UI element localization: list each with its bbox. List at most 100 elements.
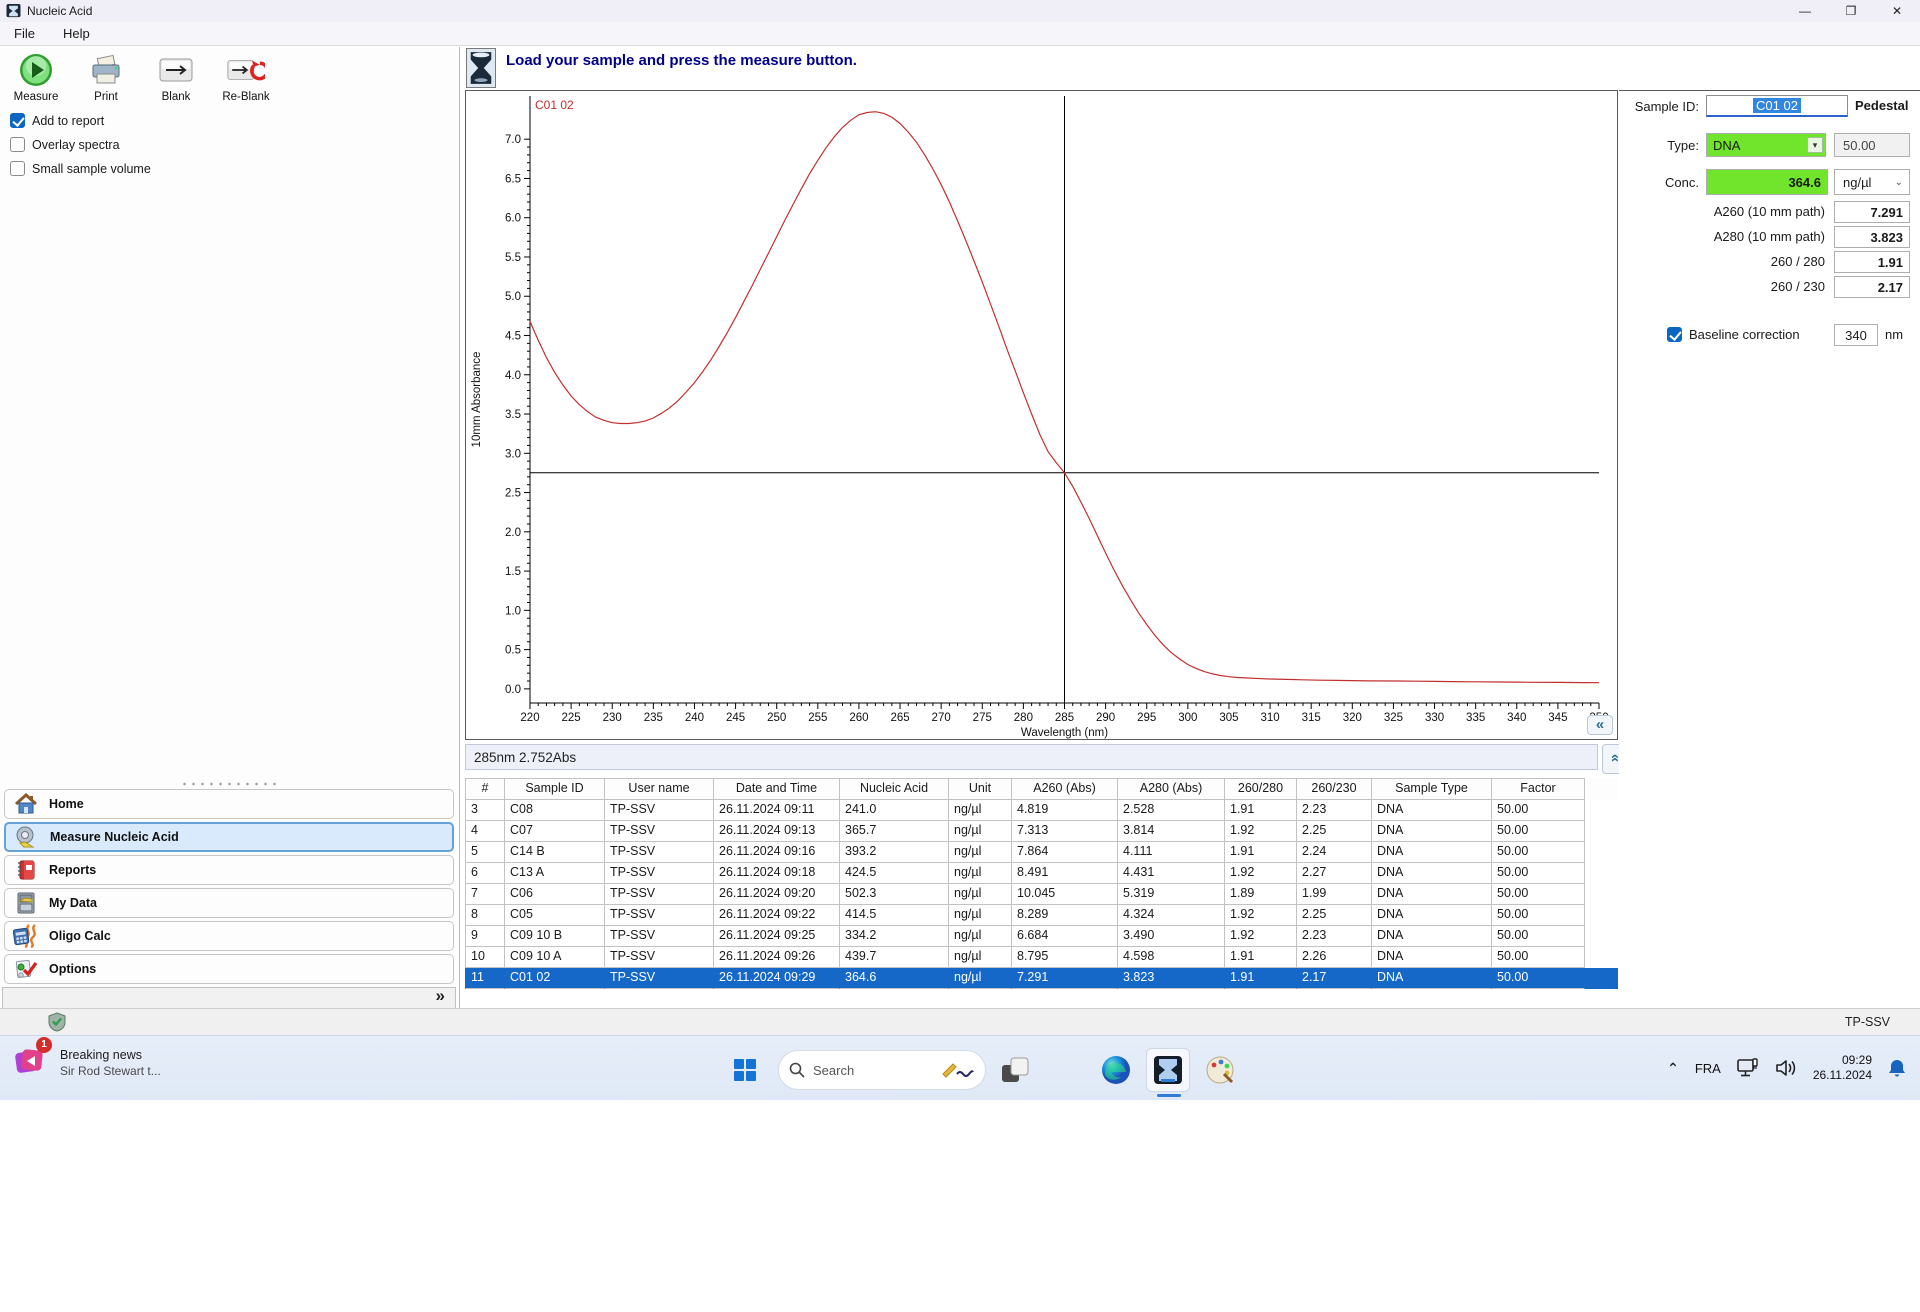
cell: 7.291 <box>1012 968 1118 989</box>
blank-button[interactable]: Blank <box>148 51 204 103</box>
cell: 1.91 <box>1225 968 1297 989</box>
y-axis-title: 10mm Absorbance <box>471 352 483 448</box>
notification-bell-icon[interactable] <box>1888 1058 1906 1078</box>
type-dropdown[interactable]: DNA ▾ <box>1706 133 1826 157</box>
table-header-row[interactable]: #Sample IDUser nameDate and TimeNucleic … <box>465 778 1618 800</box>
paint-app-button[interactable] <box>1204 1054 1236 1086</box>
cell: 1.92 <box>1225 821 1297 842</box>
cell: 8.491 <box>1012 863 1118 884</box>
checkbox-icon <box>10 137 25 152</box>
cell: 439.7 <box>840 947 949 968</box>
collapse-panel-icon[interactable]: « <box>1587 715 1613 735</box>
svg-text:4.5: 4.5 <box>505 331 521 343</box>
spectrum-plot[interactable]: 0.00.51.01.52.02.53.03.54.04.55.05.56.06… <box>466 91 1617 739</box>
small-sample-volume-checkbox[interactable]: Small sample volume <box>10 161 151 176</box>
svg-text:1.5: 1.5 <box>505 566 521 578</box>
volume-icon[interactable] <box>1775 1058 1797 1078</box>
svg-text:285: 285 <box>1055 712 1074 724</box>
sidebar-item-options[interactable]: Options <box>4 954 454 984</box>
sidebar-item-home[interactable]: Home <box>4 789 454 819</box>
cell: ng/µl <box>949 905 1012 926</box>
cell: 4.598 <box>1118 947 1225 968</box>
cell: 5.319 <box>1118 884 1225 905</box>
restore-icon[interactable]: ❐ <box>1828 0 1874 22</box>
ratio-260-280-value: 1.91 <box>1834 251 1910 273</box>
cell: 424.5 <box>840 863 949 884</box>
cell: TP-SSV <box>605 800 714 821</box>
conc-unit-dropdown[interactable]: ng/µl ⌄ <box>1834 169 1910 195</box>
network-icon[interactable] <box>1737 1058 1759 1078</box>
menu-help[interactable]: Help <box>49 23 104 44</box>
table-row[interactable]: 4C07TP-SSV26.11.2024 09:13365.7ng/µl7.31… <box>465 821 1618 842</box>
table-row[interactable]: 9C09 10 BTP-SSV26.11.2024 09:25334.2ng/µ… <box>465 926 1618 947</box>
menubar: File Help <box>0 22 1920 46</box>
conc-label: Conc. <box>1619 175 1699 190</box>
svg-text:330: 330 <box>1425 712 1444 724</box>
table-row[interactable]: 10C09 10 ATP-SSV26.11.2024 09:26439.7ng/… <box>465 947 1618 968</box>
minimize-icon[interactable]: — <box>1782 0 1828 22</box>
task-view-button[interactable] <box>1000 1055 1030 1085</box>
cell: C08 <box>505 800 605 821</box>
cell: DNA <box>1372 800 1492 821</box>
start-button[interactable] <box>726 1051 764 1089</box>
svg-text:280: 280 <box>1014 712 1033 724</box>
cell: TP-SSV <box>605 968 714 989</box>
overlay-spectra-checkbox[interactable]: Overlay spectra <box>10 137 120 152</box>
cell: 6 <box>465 863 505 884</box>
table-row[interactable]: 6C13 ATP-SSV26.11.2024 09:18424.5ng/µl8.… <box>465 863 1618 884</box>
sidebar-item-my-data[interactable]: My Data <box>4 888 454 918</box>
svg-text:4.0: 4.0 <box>505 370 521 382</box>
nanodrop-app-button-active[interactable] <box>1146 1048 1190 1092</box>
reblank-button[interactable]: Re-Blank <box>218 51 274 103</box>
blank-arrow-icon <box>157 51 195 89</box>
results-table: #Sample IDUser nameDate and TimeNucleic … <box>465 778 1618 989</box>
table-row[interactable]: 8C05TP-SSV26.11.2024 09:22414.5ng/µl8.28… <box>465 905 1618 926</box>
cell: A260 (Abs) <box>1012 778 1118 800</box>
svg-text:225: 225 <box>562 712 581 724</box>
sample-panel: Sample ID: C01 02 Pedestal Type: DNA ▾ 5… <box>1619 90 1920 1008</box>
svg-text:325: 325 <box>1384 712 1403 724</box>
language-indicator[interactable]: FRA <box>1695 1061 1721 1076</box>
clock[interactable]: 09:29 26.11.2024 <box>1813 1053 1872 1083</box>
tray-expand-icon[interactable]: ⌃ <box>1667 1060 1679 1077</box>
cell: ng/µl <box>949 800 1012 821</box>
cell: User name <box>605 778 714 800</box>
sidebar-item-reports[interactable]: Reports <box>4 855 454 885</box>
baseline-wavelength-field[interactable]: 340 <box>1834 324 1878 346</box>
print-button[interactable]: Print <box>78 51 134 103</box>
factor-field[interactable]: 50.00 <box>1834 133 1910 157</box>
measure-button[interactable]: Measure <box>8 51 64 103</box>
table-row[interactable]: 11C01 02TP-SSV26.11.2024 09:29364.6ng/µl… <box>465 968 1618 989</box>
add-to-report-checkbox[interactable]: Add to report <box>10 113 104 128</box>
cell: 3.490 <box>1118 926 1225 947</box>
close-icon[interactable]: ✕ <box>1874 0 1920 22</box>
cell: 260/280 <box>1225 778 1297 800</box>
nanodrop-app-icon <box>1153 1055 1183 1085</box>
sample-id-input[interactable]: C01 02 <box>1706 95 1848 117</box>
search-input[interactable]: Search <box>778 1050 986 1090</box>
table-row[interactable]: 5C14 BTP-SSV26.11.2024 09:16393.2ng/µl7.… <box>465 842 1618 863</box>
cell: DNA <box>1372 863 1492 884</box>
table-row[interactable]: 7C06TP-SSV26.11.2024 09:20502.3ng/µl10.0… <box>465 884 1618 905</box>
cell: 7 <box>465 884 505 905</box>
splitter-handle[interactable] <box>180 781 280 787</box>
widgets-button[interactable]: 1 Breaking news Sir Rod Stewart t... <box>14 1044 161 1081</box>
mode-label: Pedestal <box>1855 98 1917 113</box>
svg-text:345: 345 <box>1548 712 1567 724</box>
cell: 3.823 <box>1118 968 1225 989</box>
menu-file[interactable]: File <box>0 23 49 44</box>
cell: 3.814 <box>1118 821 1225 842</box>
sidebar-item-measure-nucleic-acid[interactable]: Measure Nucleic Acid <box>4 822 454 852</box>
edge-browser-button[interactable] <box>1100 1054 1132 1086</box>
table-row[interactable]: 3C08TP-SSV26.11.2024 09:11241.0ng/µl4.81… <box>465 800 1618 821</box>
sidebar-expand-icon[interactable]: » <box>436 986 445 1006</box>
cell: 7.864 <box>1012 842 1118 863</box>
cell: 7.313 <box>1012 821 1118 842</box>
cell: ng/µl <box>949 863 1012 884</box>
sidebar-item-oligo-calc[interactable]: Oligo Calc <box>4 921 454 951</box>
home-icon <box>13 792 39 816</box>
cell: C01 02 <box>505 968 605 989</box>
baseline-correction-checkbox[interactable]: Baseline correction <box>1667 327 1800 342</box>
chevron-down-icon: ⌄ <box>1895 177 1903 188</box>
svg-text:315: 315 <box>1302 712 1321 724</box>
